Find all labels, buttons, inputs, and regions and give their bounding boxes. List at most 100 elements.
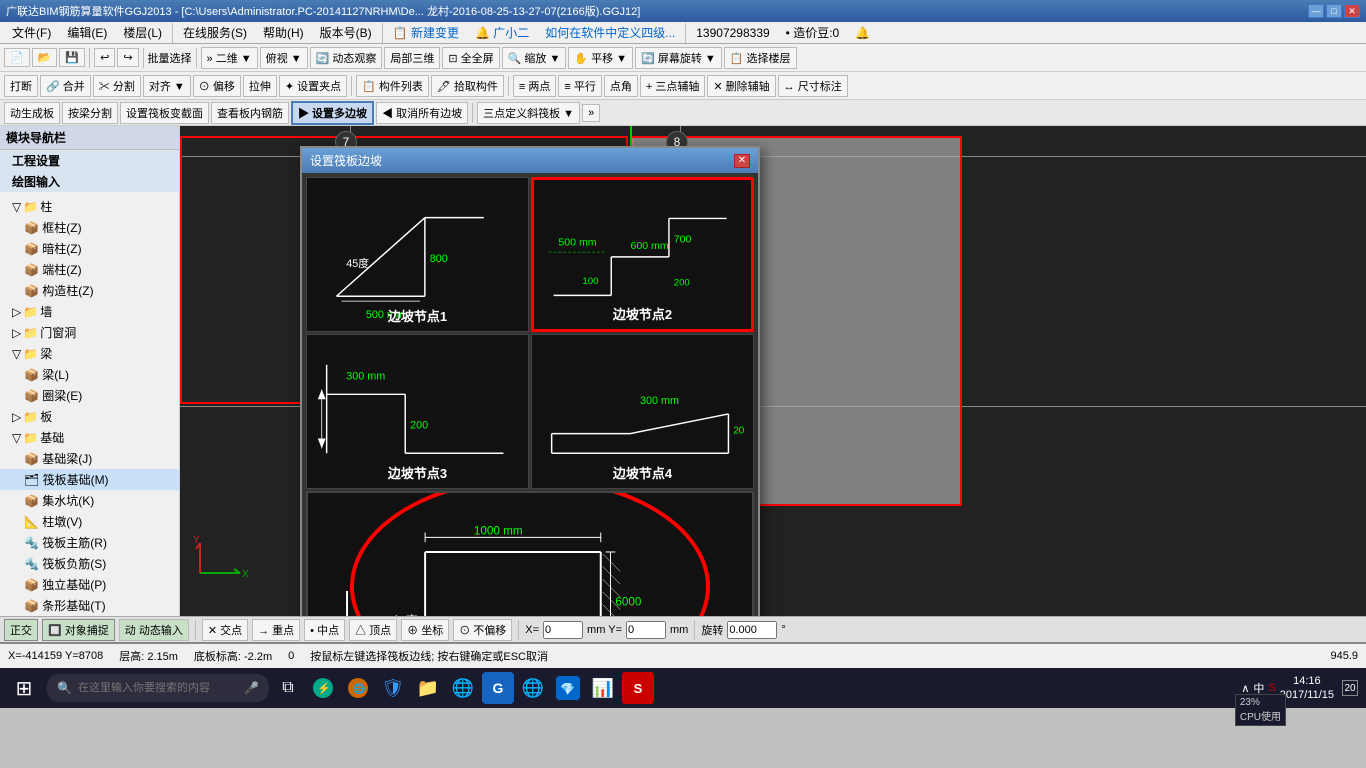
more-btn[interactable]: » bbox=[582, 104, 600, 122]
offset-btn[interactable]: ⊙ 偏移 bbox=[193, 75, 241, 97]
cancel-slope-btn[interactable]: ◀ 取消所有边坡 bbox=[376, 102, 468, 124]
item-raft-main-rebar[interactable]: 🔩 筏板主筋(R) bbox=[0, 532, 179, 553]
y-input[interactable] bbox=[626, 621, 666, 639]
item-frame-column[interactable]: 📦 框柱(Z) bbox=[0, 217, 179, 238]
menu-floor[interactable]: 楼层(L) bbox=[115, 22, 170, 43]
group-wall[interactable]: ▷📁墙 bbox=[0, 301, 179, 322]
auto-gen-btn[interactable]: 动生成板 bbox=[4, 102, 60, 124]
taskbar-app-1[interactable]: ⚡ bbox=[307, 672, 339, 704]
setpoint-btn[interactable]: ✦ 设置夹点 bbox=[279, 75, 347, 97]
dynamic-view-btn[interactable]: 🔄 动态观察 bbox=[310, 47, 383, 69]
maximize-button[interactable]: □ bbox=[1326, 4, 1342, 18]
engineering-setup[interactable]: 工程设置 bbox=[0, 150, 179, 171]
midpoint-btn[interactable]: • 中点 bbox=[304, 619, 345, 641]
drawing-input[interactable]: 绘图输入 bbox=[0, 171, 179, 192]
parallel-btn[interactable]: ≡ 平行 bbox=[558, 75, 601, 97]
notification-center[interactable]: 20 bbox=[1338, 670, 1362, 706]
item-strip-found[interactable]: 📦 条形基础(T) bbox=[0, 595, 179, 616]
menu-icon[interactable]: 🔔 bbox=[847, 24, 878, 42]
item-hidden-column[interactable]: 📦 暗柱(Z) bbox=[0, 238, 179, 259]
taskbar-app-glodon[interactable]: S bbox=[622, 672, 654, 704]
open-btn[interactable]: 📂 bbox=[32, 48, 58, 67]
menu-file[interactable]: 文件(F) bbox=[4, 22, 59, 43]
three-point-btn[interactable]: 三点定义斜筏板 ▼ bbox=[477, 102, 580, 124]
set-slope-btn[interactable]: ▶ 设置多边坡 bbox=[291, 101, 374, 125]
zoom-btn[interactable]: 🔍 缩放 ▼ bbox=[502, 47, 567, 69]
vertex-btn[interactable]: △ 顶点 bbox=[349, 619, 397, 641]
taskbar-app-6[interactable]: G bbox=[482, 672, 514, 704]
x-input[interactable] bbox=[543, 621, 583, 639]
search-input[interactable] bbox=[78, 682, 238, 694]
dialog-title-bar[interactable]: 设置筏板边坡 ✕ bbox=[302, 148, 758, 173]
set-slab-btn[interactable]: 设置筏板变截面 bbox=[120, 102, 209, 124]
slope-node-bottom[interactable]: 45度 1000 mm 6000 bbox=[306, 491, 754, 616]
view-2d-btn[interactable]: » 二维 ▼ bbox=[201, 47, 258, 69]
split-btn[interactable]: ✂ 分割 bbox=[93, 75, 141, 97]
coord-btn[interactable]: ⊕ 坐标 bbox=[401, 619, 449, 641]
taskbar-app-2[interactable]: 🌐 bbox=[342, 672, 374, 704]
three-axis-btn[interactable]: + 三点辅轴 bbox=[640, 75, 705, 97]
item-foundation-beam[interactable]: 📦 基础梁(J) bbox=[0, 448, 179, 469]
pan-btn[interactable]: ✋ 平移 ▼ bbox=[568, 47, 633, 69]
item-column-cap[interactable]: 📐 柱墩(V) bbox=[0, 511, 179, 532]
item-beam[interactable]: 📦 梁(L) bbox=[0, 364, 179, 385]
item-sump[interactable]: 📦 集水坑(K) bbox=[0, 490, 179, 511]
taskview-btn[interactable]: ⧉ bbox=[272, 672, 304, 704]
close-button[interactable]: ✕ bbox=[1344, 4, 1360, 18]
taskbar-app-8[interactable]: 💎 bbox=[552, 672, 584, 704]
menu-new-change[interactable]: 📋 新建变更 bbox=[385, 22, 467, 43]
dimension-btn[interactable]: ↔ 尺寸标注 bbox=[778, 75, 848, 97]
point-angle-btn[interactable]: 点角 bbox=[604, 75, 638, 97]
intersection-btn[interactable]: ✕ 交点 bbox=[202, 619, 248, 641]
taskbar-app-4[interactable]: 📁 bbox=[412, 672, 444, 704]
stretch-btn[interactable]: 拉伸 bbox=[243, 75, 277, 97]
item-raft-foundation[interactable]: 🗂 筏板基础(M) bbox=[0, 469, 179, 490]
break-btn[interactable]: 打断 bbox=[4, 75, 38, 97]
slope-node-4[interactable]: 300 mm 20 边坡节点4 bbox=[531, 334, 754, 489]
split-beam-btn[interactable]: 按梁分割 bbox=[62, 102, 118, 124]
screen-rotate-btn[interactable]: 🔄 屏幕旋转 ▼ bbox=[635, 47, 722, 69]
ortho-btn[interactable]: 正交 bbox=[4, 619, 38, 641]
item-isolated-found[interactable]: 📦 独立基础(P) bbox=[0, 574, 179, 595]
group-beam[interactable]: ▽📁梁 bbox=[0, 343, 179, 364]
select-layer-btn[interactable]: 📋 选择楼层 bbox=[724, 47, 797, 69]
group-slab[interactable]: ▷📁板 bbox=[0, 406, 179, 427]
menu-edit[interactable]: 编辑(E) bbox=[59, 22, 115, 43]
merge-btn[interactable]: 🔗 合并 bbox=[40, 75, 91, 97]
item-end-column[interactable]: 📦 端柱(Z) bbox=[0, 259, 179, 280]
save-btn[interactable]: 💾 bbox=[59, 48, 85, 67]
no-move-btn[interactable]: ⊙ 不偏移 bbox=[453, 619, 512, 641]
check-rebar-btn[interactable]: 查看板内钢筋 bbox=[211, 102, 289, 124]
minimize-button[interactable]: — bbox=[1308, 4, 1324, 18]
view-top-btn[interactable]: 俯视 ▼ bbox=[260, 47, 308, 69]
item-construct-column[interactable]: 📦 构造柱(Z) bbox=[0, 280, 179, 301]
slope-node-1[interactable]: 500 mm 800 45度 边坡节点1 bbox=[306, 177, 529, 332]
group-door-window[interactable]: ▷📁门窗洞 bbox=[0, 322, 179, 343]
canvas-area[interactable]: 7 8 X Y 设置筏板边坡 ✕ bbox=[180, 126, 1366, 616]
group-foundation[interactable]: ▽📁基础 bbox=[0, 427, 179, 448]
menu-assistant[interactable]: 🔔 广小二 bbox=[467, 22, 537, 43]
menu-help[interactable]: 帮助(H) bbox=[255, 22, 312, 43]
slope-node-3[interactable]: 300 mm 200 边坡节点3 bbox=[306, 334, 529, 489]
local-3d-btn[interactable]: 局部三维 bbox=[384, 47, 440, 69]
item-ring-beam[interactable]: 📦 圈梁(E) bbox=[0, 385, 179, 406]
two-point-btn[interactable]: ≡ 两点 bbox=[513, 75, 556, 97]
pick-comp-btn[interactable]: 🖊 拾取构件 bbox=[431, 75, 504, 97]
redo-btn[interactable]: ↪ bbox=[117, 48, 138, 67]
tray-expand[interactable]: ∧ bbox=[1241, 682, 1249, 695]
tray-antivirus[interactable]: S bbox=[1268, 682, 1275, 694]
taskbar-app-3[interactable]: 🛡 bbox=[377, 672, 409, 704]
align-btn[interactable]: 对齐 ▼ bbox=[143, 75, 191, 97]
snap-btn[interactable]: 🔲 对象捕捉 bbox=[42, 619, 115, 641]
new-btn[interactable]: 📄 bbox=[4, 48, 30, 67]
search-bar[interactable]: 🔍 🎤 bbox=[47, 674, 269, 702]
undo-btn[interactable]: ↩ bbox=[94, 48, 115, 67]
menu-help-link[interactable]: 如何在软件中定义四级... bbox=[537, 22, 683, 43]
taskbar-app-5[interactable]: 🌐 bbox=[447, 672, 479, 704]
dialog-close-button[interactable]: ✕ bbox=[734, 154, 750, 168]
start-button[interactable]: ⊞ bbox=[4, 670, 44, 706]
menu-online[interactable]: 在线服务(S) bbox=[175, 22, 255, 43]
menu-version[interactable]: 版本号(B) bbox=[312, 22, 380, 43]
taskbar-app-9[interactable]: 📊 bbox=[587, 672, 619, 704]
comp-list-btn[interactable]: 📋 构件列表 bbox=[356, 75, 429, 97]
